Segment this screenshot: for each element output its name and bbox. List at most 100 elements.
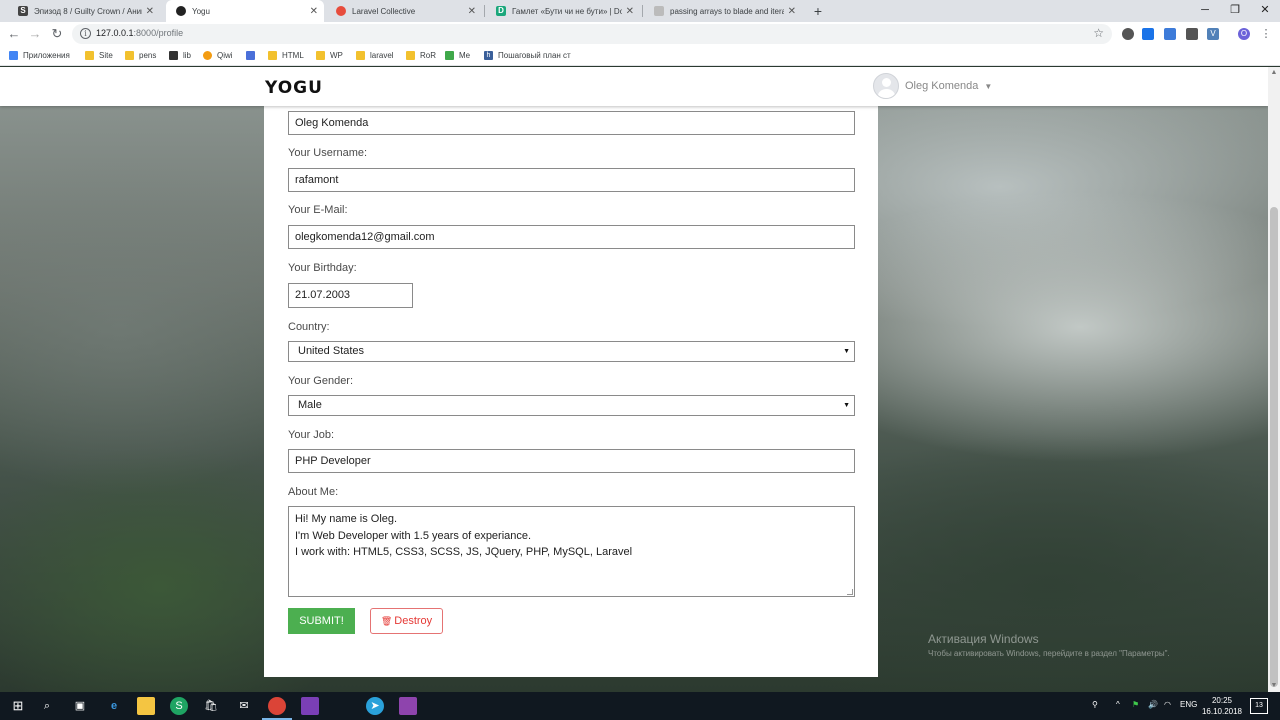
notification-center-icon[interactable]: 13 [1250,698,1268,714]
close-icon[interactable]: ✕ [146,6,154,17]
extension-icon[interactable] [1122,28,1134,40]
maximize-icon[interactable]: ❐ [1220,0,1250,22]
gender-selected-value: Male [298,399,322,411]
wifi-icon[interactable]: ◠ [1164,700,1171,709]
profile-avatar-icon[interactable]: O [1238,28,1250,40]
bookmark-qiwi[interactable]: Qiwi [203,51,233,60]
name-field[interactable]: Oleg Komenda [288,111,855,135]
job-field[interactable]: PHP Developer [288,449,855,473]
back-arrow-icon[interactable]: ← [6,26,22,42]
clock[interactable]: 20:25 16.10.2018 [1200,695,1244,717]
bookmark-wp[interactable]: WP [316,51,343,60]
folder-icon [125,51,134,60]
close-icon[interactable]: ✕ [468,6,476,17]
apps-grid-icon [9,51,18,60]
sublime-s-icon[interactable]: S [170,697,188,715]
store-icon[interactable]: 🛍 [202,697,220,715]
search-icon[interactable]: ⌕ [38,697,56,715]
bookmark-html[interactable]: HTML [268,51,304,60]
task-view-icon[interactable]: ▣ [71,697,89,715]
screenshot-extension-icon[interactable] [1186,28,1198,40]
close-icon[interactable]: ✕ [626,6,634,17]
scroll-thumb[interactable] [1270,207,1278,687]
volume-icon[interactable]: 🔊 [1148,700,1158,709]
shield-icon[interactable] [1142,28,1154,40]
download-extension-icon[interactable] [1164,28,1176,40]
telegram-icon[interactable]: ➤ [366,697,384,715]
profile-form-card: Oleg Komenda Your Username: rafamont You… [264,106,878,677]
username-label: Your Username: [288,147,368,159]
submit-button[interactable]: SUBMIT! [288,608,355,634]
lib-icon [169,51,178,60]
email-field[interactable]: olegkomenda12@gmail.com [288,225,855,249]
forward-arrow-icon[interactable]: → [27,26,43,42]
laravel-collective-icon [336,6,346,16]
site-header: YOGU Oleg Komenda ▼ [0,67,1268,106]
info-icon[interactable]: i [80,28,91,39]
bookmark-lib[interactable]: lib [169,51,191,60]
resize-handle[interactable] [847,589,853,595]
upwork-icon [445,51,454,60]
about-line: I'm Web Developer with 1.5 years of expe… [295,529,532,542]
gender-select[interactable]: Male ▼ [288,395,855,416]
scroll-down-arrow-icon[interactable]: ▼ [1268,680,1280,692]
new-tab-button[interactable]: + [810,3,826,19]
url-text[interactable]: 127.0.0.1:8000/profile [96,28,183,38]
user-menu[interactable]: Oleg Komenda ▼ [873,73,992,99]
browser-tab[interactable]: passing arrays to blade and itera ✕ [644,0,802,22]
username-field[interactable]: rafamont [288,168,855,192]
bookmark-star-icon[interactable]: ☆ [1093,26,1104,40]
country-select[interactable]: United States ▼ [288,341,855,362]
browser-tab[interactable]: S Эпизод 8 / Guilty Crown / Аним ✕ [8,0,160,22]
caret-down-icon[interactable]: ▼ [984,82,992,91]
destroy-button[interactable]: 🗑 Destroy [370,608,443,634]
yogu-favicon-icon [176,6,186,16]
bookmark-html-ext[interactable] [246,51,260,60]
email-label: Your E-Mail: [288,204,348,216]
close-icon[interactable]: ✕ [310,6,318,17]
tab-separator [642,5,643,17]
minimize-icon[interactable]: ─ [1190,0,1220,22]
windows-start-icon[interactable]: ⊞ [9,697,27,715]
trash-icon: 🗑 [380,616,393,626]
birthday-field[interactable]: 21.07.2003 [288,283,413,308]
phpstorm-icon[interactable] [399,697,417,715]
bookmark-ror[interactable]: RoR [406,51,436,60]
bookmark-apps[interactable]: Приложения [9,51,70,60]
close-window-icon[interactable]: ✕ [1250,0,1280,22]
bookmark-pens[interactable]: pens [125,51,156,60]
bookmark-me[interactable]: Me [445,51,470,60]
edge-icon[interactable]: e [105,697,123,715]
tray-expand-icon[interactable]: ^ [1116,700,1120,709]
language-indicator[interactable]: ENG [1180,700,1197,709]
page-scrollbar[interactable]: ▲ ▼ [1268,67,1280,692]
about-textarea[interactable]: Hi! My name is Oleg. I'm Web Developer w… [288,506,855,597]
bookmark-site[interactable]: Site [85,51,113,60]
avatar[interactable] [873,73,899,99]
user-name[interactable]: Oleg Komenda [905,80,978,92]
browser-tab-bar: S Эпизод 8 / Guilty Crown / Аним ✕ Yogu … [0,0,1280,22]
browser-tab[interactable]: Laravel Collective ✕ [326,0,482,22]
country-selected-value: United States [298,345,365,357]
birthday-label: Your Birthday: [288,262,357,274]
reload-icon[interactable]: ↻ [49,26,65,42]
extension-icon [246,51,255,60]
bookmark-plan[interactable]: h Пошаговый план ст [484,51,571,60]
file-explorer-icon[interactable] [137,697,155,715]
site-logo[interactable]: YOGU [265,78,323,98]
network-people-icon[interactable]: ⚲ [1092,700,1098,709]
flag-icon[interactable]: ⚑ [1132,700,1139,709]
visual-studio-icon[interactable] [301,697,319,715]
close-icon[interactable]: ✕ [788,6,796,17]
bookmark-laravel[interactable]: laravel [356,51,394,60]
scroll-up-arrow-icon[interactable]: ▲ [1268,67,1280,79]
vk-icon[interactable]: V [1207,28,1219,40]
menu-dots-icon[interactable]: ⋮ [1260,28,1272,40]
browser-tab-active[interactable]: Yogu ✕ [166,0,324,22]
address-bar[interactable]: i 127.0.0.1:8000/profile ☆ [72,24,1112,44]
chrome-icon[interactable] [268,697,286,715]
browser-tab[interactable]: D Гамлет «Бути чи не бути» | Dov ✕ [486,0,640,22]
gender-label: Your Gender: [288,375,354,387]
about-line: Hi! My name is Oleg. [295,513,398,525]
mail-icon[interactable]: ✉ [235,697,253,715]
